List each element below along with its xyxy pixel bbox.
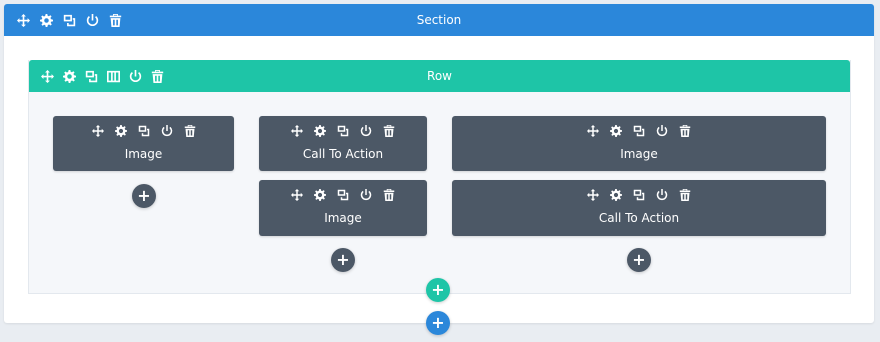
module-image[interactable]: Image	[259, 180, 427, 236]
duplicate-icon[interactable]	[136, 123, 152, 139]
module-controls	[452, 123, 826, 139]
trash-icon[interactable]	[381, 187, 397, 203]
power-icon[interactable]	[84, 12, 100, 28]
power-icon[interactable]	[127, 68, 143, 84]
duplicate-icon[interactable]	[335, 123, 351, 139]
add-module-button[interactable]: +	[132, 184, 156, 208]
power-icon[interactable]	[654, 187, 670, 203]
move-icon[interactable]	[289, 123, 305, 139]
module-label: Image	[324, 211, 362, 225]
gear-icon[interactable]	[608, 123, 624, 139]
move-icon[interactable]	[289, 187, 305, 203]
module-call-to-action[interactable]: Call To Action	[452, 180, 826, 236]
trash-icon[interactable]	[107, 12, 123, 28]
move-icon[interactable]	[585, 187, 601, 203]
module-controls	[259, 123, 427, 139]
section-header[interactable]: Section	[4, 4, 874, 36]
row-container: Row Image + Call To Action Image + Image…	[28, 60, 851, 294]
trash-icon[interactable]	[677, 123, 693, 139]
trash-icon[interactable]	[677, 187, 693, 203]
move-icon[interactable]	[39, 68, 55, 84]
gear-icon[interactable]	[61, 68, 77, 84]
module-controls	[452, 187, 826, 203]
module-label: Image	[620, 147, 658, 161]
row-controls	[39, 68, 165, 84]
duplicate-icon[interactable]	[61, 12, 77, 28]
section-container: Section Row Image + Call To Action Image…	[4, 4, 874, 335]
move-icon[interactable]	[585, 123, 601, 139]
module-controls	[259, 187, 427, 203]
trash-icon[interactable]	[149, 68, 165, 84]
add-module-button[interactable]: +	[331, 248, 355, 272]
power-icon[interactable]	[654, 123, 670, 139]
trash-icon[interactable]	[381, 123, 397, 139]
module-image[interactable]: Image	[452, 116, 826, 171]
module-label: Call To Action	[302, 147, 384, 161]
gear-icon[interactable]	[312, 123, 328, 139]
module-label: Image	[124, 147, 163, 161]
columns-icon[interactable]	[105, 68, 121, 84]
module-label: Call To Action	[598, 211, 680, 225]
add-row-button[interactable]: +	[426, 278, 450, 302]
power-icon[interactable]	[358, 123, 374, 139]
move-icon[interactable]	[15, 12, 31, 28]
module-controls	[53, 123, 234, 139]
gear-icon[interactable]	[38, 12, 54, 28]
gear-icon[interactable]	[608, 187, 624, 203]
gear-icon[interactable]	[312, 187, 328, 203]
duplicate-icon[interactable]	[631, 123, 647, 139]
duplicate-icon[interactable]	[631, 187, 647, 203]
add-section-button[interactable]: +	[426, 311, 450, 335]
section-controls	[15, 12, 123, 28]
power-icon[interactable]	[358, 187, 374, 203]
power-icon[interactable]	[159, 123, 175, 139]
section-title: Section	[416, 13, 462, 27]
trash-icon[interactable]	[182, 123, 198, 139]
module-call-to-action[interactable]: Call To Action	[259, 116, 427, 171]
move-icon[interactable]	[90, 123, 106, 139]
duplicate-icon[interactable]	[83, 68, 99, 84]
module-image[interactable]: Image	[53, 116, 234, 171]
add-module-button[interactable]: +	[627, 248, 651, 272]
duplicate-icon[interactable]	[335, 187, 351, 203]
row-header[interactable]: Row	[29, 60, 850, 92]
gear-icon[interactable]	[113, 123, 129, 139]
